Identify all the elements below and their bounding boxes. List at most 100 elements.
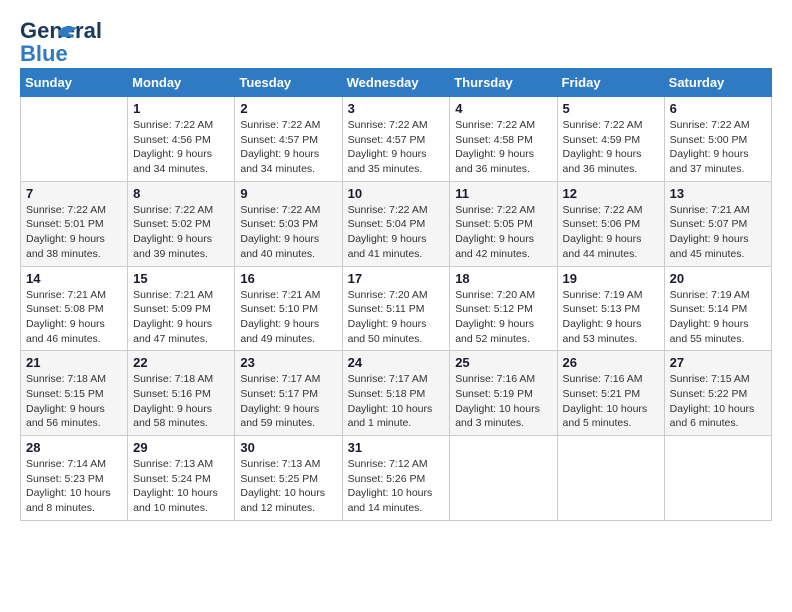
day-cell: 27Sunrise: 7:15 AMSunset: 5:22 PMDayligh… <box>664 351 771 436</box>
day-number: 5 <box>563 101 659 116</box>
day-info: Sunrise: 7:17 AMSunset: 5:17 PMDaylight:… <box>240 372 336 431</box>
day-cell: 30Sunrise: 7:13 AMSunset: 5:25 PMDayligh… <box>235 436 342 521</box>
calendar-table: SundayMondayTuesdayWednesdayThursdayFrid… <box>20 68 772 521</box>
day-number: 8 <box>133 186 229 201</box>
day-info: Sunrise: 7:19 AMSunset: 5:14 PMDaylight:… <box>670 288 766 347</box>
day-cell: 13Sunrise: 7:21 AMSunset: 5:07 PMDayligh… <box>664 181 771 266</box>
day-info: Sunrise: 7:14 AMSunset: 5:23 PMDaylight:… <box>26 457 122 516</box>
day-number: 17 <box>348 271 445 286</box>
day-cell: 16Sunrise: 7:21 AMSunset: 5:10 PMDayligh… <box>235 266 342 351</box>
day-cell: 25 Sunrise: 7:16 AMSunset: 5:19 PMDayligh… <box>450 351 557 436</box>
col-header-monday: Monday <box>128 69 235 97</box>
day-cell: 10 Sunrise: 7:22 AMSunset: 5:04 PMDayligh… <box>342 181 450 266</box>
day-info: Sunrise: 7:22 AMSunset: 5:02 PMDaylight:… <box>133 203 229 262</box>
day-number: 1 <box>133 101 229 116</box>
day-cell: 14 Sunrise: 7:21 AMSunset: 5:08 PMDayligh… <box>21 266 128 351</box>
day-cell <box>450 436 557 521</box>
day-info: Sunrise: 7:22 AMSunset: 5:01 PMDaylight:… <box>26 203 122 262</box>
day-cell: 20 Sunrise: 7:19 AMSunset: 5:14 PMDayligh… <box>664 266 771 351</box>
day-number: 24 <box>348 355 445 370</box>
day-cell: 5 Sunrise: 7:22 AMSunset: 4:59 PMDaylight… <box>557 97 664 182</box>
day-cell: 3 Sunrise: 7:22 AMSunset: 4:57 PMDaylight… <box>342 97 450 182</box>
day-cell: 18 Sunrise: 7:20 AMSunset: 5:12 PMDayligh… <box>450 266 557 351</box>
week-row-5: 28 Sunrise: 7:14 AMSunset: 5:23 PMDayligh… <box>21 436 772 521</box>
day-number: 28 <box>26 440 122 455</box>
day-info: Sunrise: 7:22 AMSunset: 4:57 PMDaylight:… <box>240 118 336 177</box>
calendar-header-row: SundayMondayTuesdayWednesdayThursdayFrid… <box>21 69 772 97</box>
day-info: Sunrise: 7:22 AMSunset: 4:57 PMDaylight:… <box>348 118 445 177</box>
day-cell: 28 Sunrise: 7:14 AMSunset: 5:23 PMDayligh… <box>21 436 128 521</box>
day-number: 19 <box>563 271 659 286</box>
day-number: 21 <box>26 355 122 370</box>
day-number: 10 <box>348 186 445 201</box>
day-cell: 23 Sunrise: 7:17 AMSunset: 5:17 PMDayligh… <box>235 351 342 436</box>
day-number: 14 <box>26 271 122 286</box>
day-info: Sunrise: 7:18 AMSunset: 5:15 PMDaylight:… <box>26 372 122 431</box>
col-header-tuesday: Tuesday <box>235 69 342 97</box>
day-cell: 24Sunrise: 7:17 AMSunset: 5:18 PMDayligh… <box>342 351 450 436</box>
day-cell: 1 Sunrise: 7:22 AMSunset: 4:56 PMDaylight… <box>128 97 235 182</box>
day-cell: 11Sunrise: 7:22 AMSunset: 5:05 PMDayligh… <box>450 181 557 266</box>
logo: General Blue <box>20 20 70 58</box>
col-header-saturday: Saturday <box>664 69 771 97</box>
col-header-sunday: Sunday <box>21 69 128 97</box>
day-number: 11 <box>455 186 551 201</box>
day-cell: 26 Sunrise: 7:16 AMSunset: 5:21 PMDayligh… <box>557 351 664 436</box>
day-cell: 21 Sunrise: 7:18 AMSunset: 5:15 PMDayligh… <box>21 351 128 436</box>
day-info: Sunrise: 7:20 AMSunset: 5:11 PMDaylight:… <box>348 288 445 347</box>
day-cell: 9 Sunrise: 7:22 AMSunset: 5:03 PMDaylight… <box>235 181 342 266</box>
day-number: 25 <box>455 355 551 370</box>
day-number: 6 <box>670 101 766 116</box>
day-number: 18 <box>455 271 551 286</box>
day-cell: 29 Sunrise: 7:13 AMSunset: 5:24 PMDayligh… <box>128 436 235 521</box>
day-cell <box>664 436 771 521</box>
day-cell: 31 Sunrise: 7:12 AMSunset: 5:26 PMDayligh… <box>342 436 450 521</box>
day-cell: 2Sunrise: 7:22 AMSunset: 4:57 PMDaylight… <box>235 97 342 182</box>
week-row-2: 7 Sunrise: 7:22 AMSunset: 5:01 PMDaylight… <box>21 181 772 266</box>
day-info: Sunrise: 7:19 AMSunset: 5:13 PMDaylight:… <box>563 288 659 347</box>
day-cell: 22Sunrise: 7:18 AMSunset: 5:16 PMDayligh… <box>128 351 235 436</box>
page-header: General Blue <box>20 20 772 58</box>
week-row-3: 14 Sunrise: 7:21 AMSunset: 5:08 PMDayligh… <box>21 266 772 351</box>
col-header-thursday: Thursday <box>450 69 557 97</box>
day-cell: 19 Sunrise: 7:19 AMSunset: 5:13 PMDayligh… <box>557 266 664 351</box>
day-info: Sunrise: 7:22 AMSunset: 5:06 PMDaylight:… <box>563 203 659 262</box>
day-cell: 8 Sunrise: 7:22 AMSunset: 5:02 PMDaylight… <box>128 181 235 266</box>
week-row-1: 1 Sunrise: 7:22 AMSunset: 4:56 PMDaylight… <box>21 97 772 182</box>
day-info: Sunrise: 7:20 AMSunset: 5:12 PMDaylight:… <box>455 288 551 347</box>
day-number: 31 <box>348 440 445 455</box>
day-cell: 7 Sunrise: 7:22 AMSunset: 5:01 PMDaylight… <box>21 181 128 266</box>
day-info: Sunrise: 7:22 AMSunset: 4:58 PMDaylight:… <box>455 118 551 177</box>
day-number: 23 <box>240 355 336 370</box>
day-number: 7 <box>26 186 122 201</box>
day-info: Sunrise: 7:15 AMSunset: 5:22 PMDaylight:… <box>670 372 766 431</box>
col-header-friday: Friday <box>557 69 664 97</box>
day-info: Sunrise: 7:21 AMSunset: 5:10 PMDaylight:… <box>240 288 336 347</box>
day-info: Sunrise: 7:13 AMSunset: 5:24 PMDaylight:… <box>133 457 229 516</box>
day-cell: 6 Sunrise: 7:22 AMSunset: 5:00 PMDaylight… <box>664 97 771 182</box>
day-info: Sunrise: 7:22 AMSunset: 4:59 PMDaylight:… <box>563 118 659 177</box>
week-row-4: 21 Sunrise: 7:18 AMSunset: 5:15 PMDayligh… <box>21 351 772 436</box>
day-number: 12 <box>563 186 659 201</box>
day-cell <box>21 97 128 182</box>
day-info: Sunrise: 7:16 AMSunset: 5:21 PMDaylight:… <box>563 372 659 431</box>
day-info: Sunrise: 7:22 AMSunset: 5:04 PMDaylight:… <box>348 203 445 262</box>
day-info: Sunrise: 7:13 AMSunset: 5:25 PMDaylight:… <box>240 457 336 516</box>
day-info: Sunrise: 7:22 AMSunset: 4:56 PMDaylight:… <box>133 118 229 177</box>
day-info: Sunrise: 7:22 AMSunset: 5:03 PMDaylight:… <box>240 203 336 262</box>
day-cell: 4 Sunrise: 7:22 AMSunset: 4:58 PMDaylight… <box>450 97 557 182</box>
day-number: 4 <box>455 101 551 116</box>
day-number: 20 <box>670 271 766 286</box>
day-info: Sunrise: 7:22 AMSunset: 5:00 PMDaylight:… <box>670 118 766 177</box>
day-number: 3 <box>348 101 445 116</box>
day-info: Sunrise: 7:12 AMSunset: 5:26 PMDaylight:… <box>348 457 445 516</box>
day-cell <box>557 436 664 521</box>
day-info: Sunrise: 7:18 AMSunset: 5:16 PMDaylight:… <box>133 372 229 431</box>
day-number: 29 <box>133 440 229 455</box>
day-info: Sunrise: 7:21 AMSunset: 5:08 PMDaylight:… <box>26 288 122 347</box>
day-info: Sunrise: 7:21 AMSunset: 5:07 PMDaylight:… <box>670 203 766 262</box>
day-number: 26 <box>563 355 659 370</box>
day-info: Sunrise: 7:16 AMSunset: 5:19 PMDaylight:… <box>455 372 551 431</box>
day-number: 9 <box>240 186 336 201</box>
day-cell: 12 Sunrise: 7:22 AMSunset: 5:06 PMDayligh… <box>557 181 664 266</box>
